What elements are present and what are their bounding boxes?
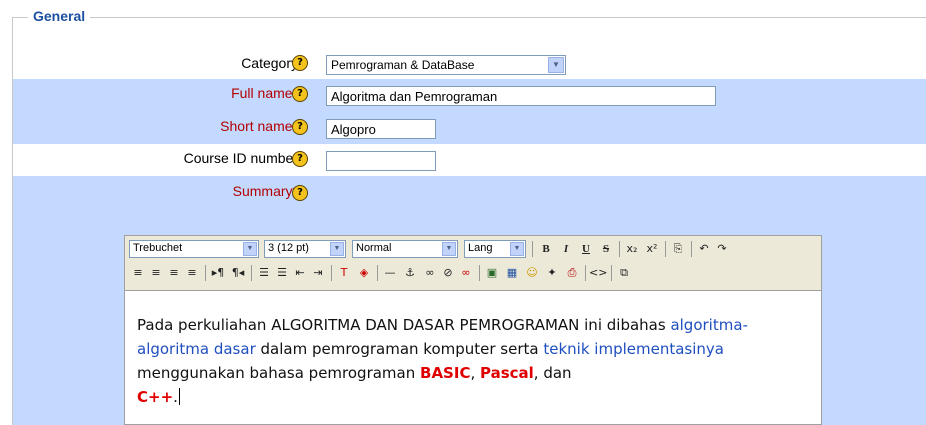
html-editor: Trebuchet ▼ 3 (12 pt) ▼ Normal ▼ Lang ▼ B I … <box>124 235 822 425</box>
bold-button[interactable]: B <box>537 240 555 258</box>
summary-text: . <box>173 388 178 406</box>
chevron-down-icon: ▼ <box>330 242 344 256</box>
summary-text: menggunakan bahasa pemrograman <box>137 364 421 382</box>
clean-word-icon[interactable]: ⎘ <box>669 240 687 258</box>
fieldset-border <box>12 17 926 18</box>
italic-button[interactable]: I <box>557 240 575 258</box>
align-center-icon[interactable]: ≡ <box>147 264 165 282</box>
chevron-down-icon: ▼ <box>510 242 524 256</box>
shortname-row: Short name* ? Algopro <box>13 115 926 144</box>
section-legend: General <box>28 8 91 24</box>
text-color-icon[interactable]: T <box>335 264 353 282</box>
category-row: Category ? Pemrograman & DataBase ▼ <box>13 51 926 79</box>
help-icon[interactable]: ? <box>292 119 308 135</box>
fullname-input[interactable]: Algoritma dan Pemrograman <box>326 86 716 106</box>
chevron-down-icon[interactable]: ▼ <box>548 57 564 73</box>
text-caret <box>178 388 180 405</box>
fullname-label: Full name* <box>231 85 298 101</box>
idnumber-label: Course ID number <box>183 150 298 166</box>
indent-icon[interactable]: ⇥ <box>309 264 327 282</box>
redo-icon[interactable]: ↷ <box>713 240 731 258</box>
help-icon[interactable]: ? <box>292 86 308 102</box>
undo-icon[interactable]: ↶ <box>695 240 713 258</box>
editor-content-area[interactable]: Pada perkuliahan ALGORITMA DAN DASAR PEM… <box>124 291 822 425</box>
idnumber-row: Course ID number ? <box>13 144 926 176</box>
category-value: Pemrograman & DataBase <box>331 58 475 72</box>
summary-keyword: Pascal <box>480 364 534 382</box>
fullscreen-icon[interactable]: ⧉ <box>615 264 633 282</box>
rtl-icon[interactable]: ¶◂ <box>229 264 247 282</box>
superscript-button[interactable]: x² <box>643 240 661 258</box>
format-select[interactable]: Normal ▼ <box>352 240 458 258</box>
align-right-icon[interactable]: ≡ <box>165 264 183 282</box>
help-icon[interactable]: ? <box>292 151 308 167</box>
subscript-button[interactable]: x₂ <box>623 240 641 258</box>
shortname-label: Short name* <box>220 118 298 134</box>
ordered-list-icon[interactable]: ☰ <box>255 264 273 282</box>
summary-text: , dan <box>533 364 572 382</box>
chevron-down-icon: ▼ <box>442 242 456 256</box>
fullname-row: Full name* ? Algoritma dan Pemrograman <box>13 79 926 115</box>
summary-keyword: C++ <box>137 388 174 406</box>
unlink-icon[interactable]: ⊘ <box>439 264 457 282</box>
chevron-down-icon: ▼ <box>243 242 257 256</box>
editor-toolbar: Trebuchet ▼ 3 (12 pt) ▼ Normal ▼ Lang ▼ B I … <box>124 235 822 291</box>
summary-text: dalam pemrograman komputer serta <box>255 340 544 358</box>
anchor-icon[interactable]: ⚓ <box>401 264 419 282</box>
help-icon[interactable]: ? <box>292 55 308 71</box>
underline-button[interactable]: U <box>577 240 595 258</box>
link-icon[interactable]: ∞ <box>421 264 439 282</box>
search-replace-icon[interactable]: ⎙ <box>563 264 581 282</box>
summary-text: , <box>470 364 480 382</box>
font-select[interactable]: Trebuchet ▼ <box>129 240 259 258</box>
background-color-icon[interactable]: ◈ <box>355 264 373 282</box>
summary-text: Pada perkuliahan ALGORITMA DAN DASAR PEM… <box>137 316 671 334</box>
align-left-icon[interactable]: ≡ <box>129 264 147 282</box>
image-icon[interactable]: ▣ <box>483 264 501 282</box>
nolink-icon[interactable]: ∞ <box>457 264 475 282</box>
lang-select[interactable]: Lang ▼ <box>464 240 526 258</box>
help-icon[interactable]: ? <box>292 185 308 201</box>
unordered-list-icon[interactable]: ☰ <box>273 264 291 282</box>
table-icon[interactable]: ▦ <box>503 264 521 282</box>
align-justify-icon[interactable]: ≡ <box>183 264 201 282</box>
category-label: Category <box>241 55 298 71</box>
strikethrough-button[interactable]: S <box>597 240 615 258</box>
category-select[interactable]: Pemrograman & DataBase ▼ <box>326 55 566 75</box>
outdent-icon[interactable]: ⇤ <box>291 264 309 282</box>
size-select[interactable]: 3 (12 pt) ▼ <box>264 240 346 258</box>
summary-link-text: teknik implementasinya <box>543 340 724 358</box>
special-char-icon[interactable]: ✦ <box>543 264 561 282</box>
idnumber-input[interactable] <box>326 151 436 171</box>
summary-keyword: BASIC <box>420 364 471 382</box>
shortname-input[interactable]: Algopro <box>326 119 436 139</box>
ltr-icon[interactable]: ▸¶ <box>209 264 227 282</box>
html-source-icon[interactable]: <> <box>589 264 607 282</box>
horizontal-rule-icon[interactable]: — <box>381 264 399 282</box>
smiley-icon[interactable]: ☺ <box>523 264 541 282</box>
summary-label: Summary* <box>232 183 298 199</box>
